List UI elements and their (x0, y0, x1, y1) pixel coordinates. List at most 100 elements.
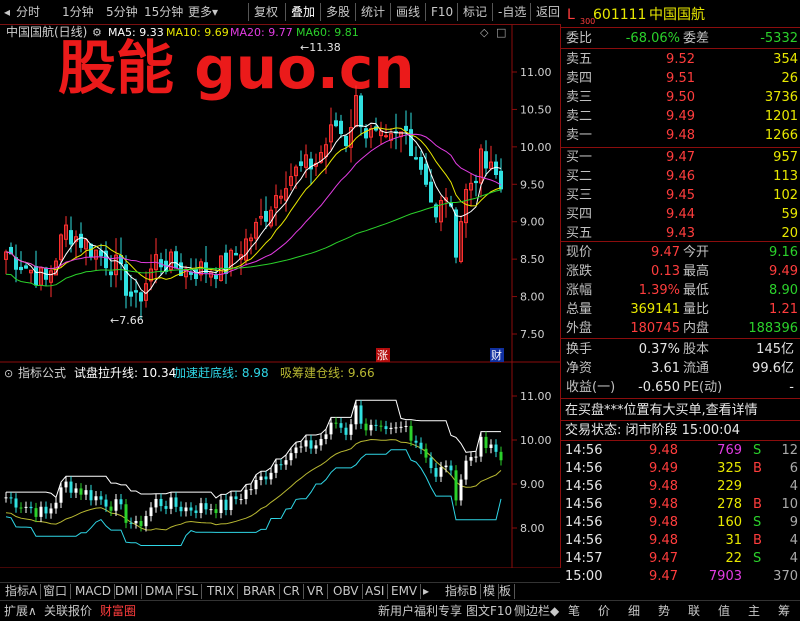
ask-row: 卖四 9.51 26 (561, 69, 800, 88)
tb-stats[interactable]: 统计 (355, 3, 385, 21)
ind-body (54, 502, 58, 509)
panel-tab-jia[interactable]: 价 (598, 603, 610, 619)
stat-value: 180745 (630, 321, 680, 336)
bid-row: 买三 9.45 102 (561, 186, 800, 205)
tab-wealth-circle[interactable]: 财富圈 (100, 603, 136, 619)
ind-body (84, 490, 88, 495)
tick-price: 9.48 (649, 443, 678, 458)
trade-status: 交易状态: 闭市阶段 15:00:04 (565, 423, 741, 438)
ind-body (429, 457, 433, 469)
tb-1min[interactable]: 1分钟 (62, 3, 94, 21)
stat-label: 今开 (683, 245, 710, 260)
ind-body (74, 488, 78, 493)
ind-body (114, 499, 118, 511)
ind-body (39, 506, 43, 517)
tb-draw[interactable]: 画线 (390, 3, 420, 21)
kline-chart-svg[interactable]: 股能 guo.cn 中国国航(日线) ⚙ MA5: 9.33 MA10: 9.6… (0, 24, 560, 583)
candle-body (194, 269, 198, 280)
stat-value: 0.13 (651, 264, 680, 279)
ind-body (444, 465, 448, 468)
ind-body (319, 438, 323, 446)
tab-trix[interactable]: TRIX (204, 584, 239, 599)
ind-body (434, 468, 438, 477)
ind-body (454, 470, 458, 501)
panel-tab-xi[interactable]: 细 (628, 603, 640, 619)
cai-marker[interactable]: 财 (491, 348, 502, 362)
tb-fenshi[interactable]: 分时 (16, 3, 40, 21)
tab-window[interactable]: 窗口 (40, 584, 72, 599)
tab-asi[interactable]: ASI (362, 584, 389, 599)
ind-body (139, 520, 143, 527)
tb-5min[interactable]: 5分钟 (106, 3, 138, 21)
zhang-marker[interactable]: 涨 (377, 349, 388, 362)
candle-body (454, 209, 458, 258)
tab-expand[interactable]: 扩展∧ (4, 603, 37, 619)
candle-body (214, 274, 218, 280)
tab-cr[interactable]: CR (280, 584, 304, 599)
tick-count: 370 (773, 569, 798, 584)
fund-row: 换手 0.37% 股本 145亿 (561, 340, 800, 359)
moving-average-lines (5, 122, 502, 295)
tb-overlay[interactable]: 叠加 (285, 3, 315, 21)
settings-gear-icon[interactable]: ⚙ (92, 26, 102, 39)
tab-zhibiao-a[interactable]: 指标A (2, 584, 42, 599)
tb-f10[interactable]: F10 (425, 3, 453, 21)
y-tick-label-main: 9.50 (520, 178, 545, 191)
tab-vr[interactable]: VR (304, 584, 328, 599)
tick-row: 14:56 9.48 31 B 4 (561, 531, 800, 550)
y-tick-label-main: 10.00 (520, 141, 552, 154)
stat-label: 涨跌 (566, 264, 593, 279)
tab-new-user[interactable]: 新用户福利专享 (378, 603, 462, 619)
tb-fuquan[interactable]: 复权 (248, 3, 278, 21)
ask-volume: 3736 (764, 90, 798, 105)
indicator-dropdown-icon[interactable]: ⊙ (4, 367, 13, 380)
tab-macd[interactable]: MACD (72, 584, 115, 599)
ask-price: 9.51 (666, 71, 695, 86)
bid-label: 买五 (566, 226, 593, 241)
fund-value: 145亿 (756, 342, 794, 357)
tb-15min[interactable]: 15分钟 (144, 3, 183, 21)
tab-related-quote[interactable]: 关联报价 (44, 603, 92, 619)
tb-more[interactable]: 更多 (188, 3, 212, 21)
ind-body (449, 465, 453, 471)
tb-addwatch[interactable]: -自选 (492, 3, 526, 21)
panel-tab-lian[interactable]: 联 (688, 603, 700, 619)
tb-back[interactable]: 返回 (530, 3, 560, 21)
ind-body (314, 445, 318, 449)
stat-row: 总量 369141 量比 1.21 (561, 300, 800, 319)
tick-count: 12 (781, 443, 798, 458)
tab-dma[interactable]: DMA (142, 584, 177, 599)
window-icon[interactable]: □ (496, 26, 506, 39)
ind-body (154, 498, 158, 508)
tab-brar[interactable]: BRAR (240, 584, 280, 599)
tb-mark[interactable]: 标记 (457, 3, 487, 21)
tab-zhibiao-b[interactable]: 指标B (442, 584, 482, 599)
panel-tab-shi[interactable]: 势 (658, 603, 670, 619)
tab-dmi[interactable]: DMI (112, 584, 143, 599)
panel-tab-chou[interactable]: 筹 (778, 603, 790, 619)
bigorder-notice[interactable]: 在买盘***位置有大买单,查看详情 (565, 401, 800, 420)
tab-board[interactable]: 板 (496, 584, 516, 599)
candle-body (129, 291, 133, 297)
tab-more-arrow-icon[interactable]: ▸ (420, 584, 432, 599)
tab-sidebar[interactable]: 侧边栏◆ (514, 603, 559, 619)
y-tick-label-ind: 9.00 (520, 478, 545, 491)
tab-obv[interactable]: OBV (330, 584, 363, 599)
ind-body (299, 446, 303, 448)
dropdown-icon[interactable]: ▾ (212, 3, 218, 21)
kline-chart-area[interactable]: 股能 guo.cn 中国国航(日线) ⚙ MA5: 9.33 MA10: 9.6… (0, 24, 561, 583)
tab-emv[interactable]: EMV (388, 584, 422, 599)
fund-row: 净资 3.61 流通 99.6亿 (561, 359, 800, 378)
panel-tab-bi[interactable]: 笔 (568, 603, 580, 619)
tb-multistock[interactable]: 多股 (320, 3, 350, 21)
ind-body (59, 487, 63, 503)
ind-body (399, 426, 403, 428)
tab-f10-graphic[interactable]: 图文F10 (466, 603, 512, 619)
diamond-icon[interactable]: ◇ (480, 26, 489, 39)
tab-fsl[interactable]: FSL (174, 584, 202, 599)
ind-body (384, 426, 388, 430)
tick-price: 9.48 (649, 533, 678, 548)
panel-tab-zhu[interactable]: 主 (748, 603, 760, 619)
menu-arrow-icon[interactable]: ◂ (4, 3, 10, 21)
panel-tab-zhi[interactable]: 值 (718, 603, 730, 619)
